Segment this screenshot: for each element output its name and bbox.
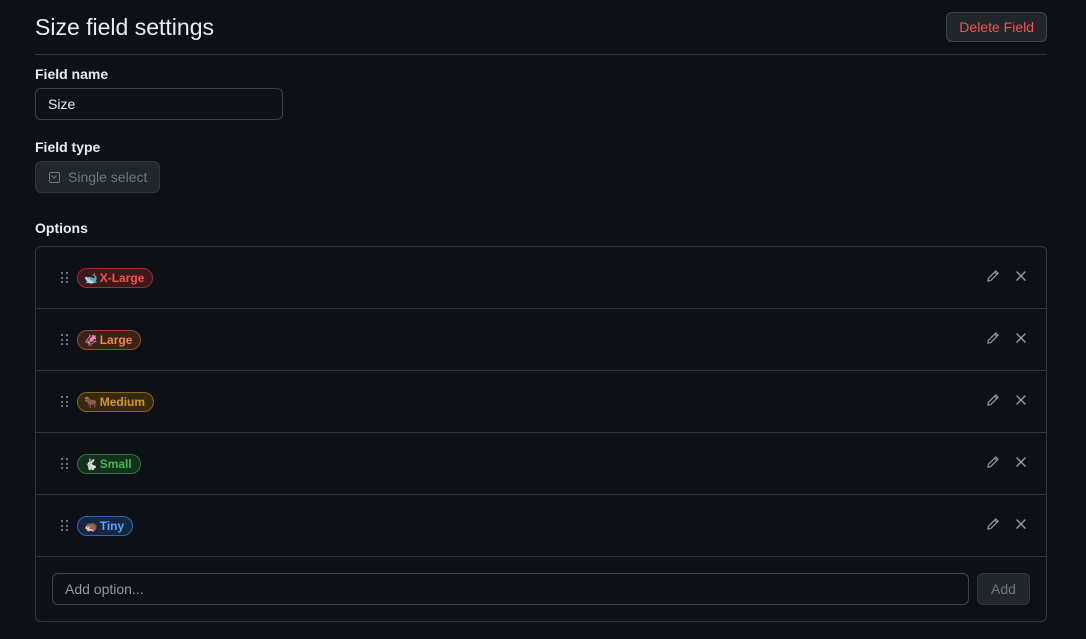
option-label: Tiny [99, 519, 125, 533]
edit-pencil-icon[interactable] [986, 269, 1000, 283]
option-emoji: 🐇 [84, 458, 98, 471]
field-settings-page: Size field settings Delete Field Field n… [35, 0, 1047, 622]
option-actions [986, 517, 1028, 531]
drag-handle-icon[interactable] [61, 520, 68, 531]
page-title: Size field settings [35, 14, 214, 40]
option-actions [986, 269, 1028, 283]
drag-handle-icon[interactable] [61, 458, 68, 469]
option-pill: 🐇 Small [77, 454, 141, 474]
option-actions [986, 393, 1028, 407]
option-emoji: 🦔 [84, 520, 98, 533]
drag-handle-icon[interactable] [61, 396, 68, 407]
add-option-button[interactable]: Add [977, 573, 1030, 605]
field-name-input[interactable] [35, 88, 283, 120]
option-pill: 🦑 Large [77, 330, 142, 350]
field-type-value: Single select [68, 169, 148, 185]
option-pill: 🦔 Tiny [77, 516, 134, 536]
delete-field-button[interactable]: Delete Field [946, 12, 1047, 42]
option-label: Medium [99, 395, 146, 409]
option-row: 🦑 Large [36, 309, 1046, 371]
option-row: 🐇 Small [36, 433, 1046, 495]
option-row: 🐂 Medium [36, 371, 1046, 433]
edit-pencil-icon[interactable] [986, 455, 1000, 469]
drag-handle-icon[interactable] [61, 334, 68, 345]
option-label: Small [99, 457, 132, 471]
option-row: 🦔 Tiny [36, 495, 1046, 557]
remove-x-icon[interactable] [1014, 393, 1028, 407]
edit-pencil-icon[interactable] [986, 517, 1000, 531]
single-select-icon [49, 171, 60, 183]
header: Size field settings Delete Field [35, 0, 1047, 55]
remove-x-icon[interactable] [1014, 269, 1028, 283]
remove-x-icon[interactable] [1014, 517, 1028, 531]
option-emoji: 🐋 [84, 272, 98, 285]
option-actions [986, 455, 1028, 469]
add-option-row: Add [36, 557, 1046, 621]
option-row: 🐋 X-Large [36, 247, 1046, 309]
drag-handle-icon[interactable] [61, 272, 68, 283]
field-type-select: Single select [35, 161, 161, 193]
option-label: Large [99, 333, 133, 347]
option-pill: 🐋 X-Large [77, 268, 154, 288]
field-type-label: Field type [35, 139, 101, 155]
field-name-label: Field name [35, 66, 109, 82]
remove-x-icon[interactable] [1014, 455, 1028, 469]
options-label: Options [35, 220, 88, 236]
option-actions [986, 331, 1028, 345]
add-option-input[interactable] [52, 573, 969, 605]
option-pill: 🐂 Medium [77, 392, 155, 412]
edit-pencil-icon[interactable] [986, 393, 1000, 407]
option-emoji: 🐂 [84, 396, 98, 409]
option-label: X-Large [99, 271, 145, 285]
edit-pencil-icon[interactable] [986, 331, 1000, 345]
options-list: 🐋 X-Large 🦑 Large 🐂 Medium 🐇 Small 🦔 Tiny Add [35, 246, 1047, 622]
remove-x-icon[interactable] [1014, 331, 1028, 345]
option-emoji: 🦑 [84, 334, 98, 347]
